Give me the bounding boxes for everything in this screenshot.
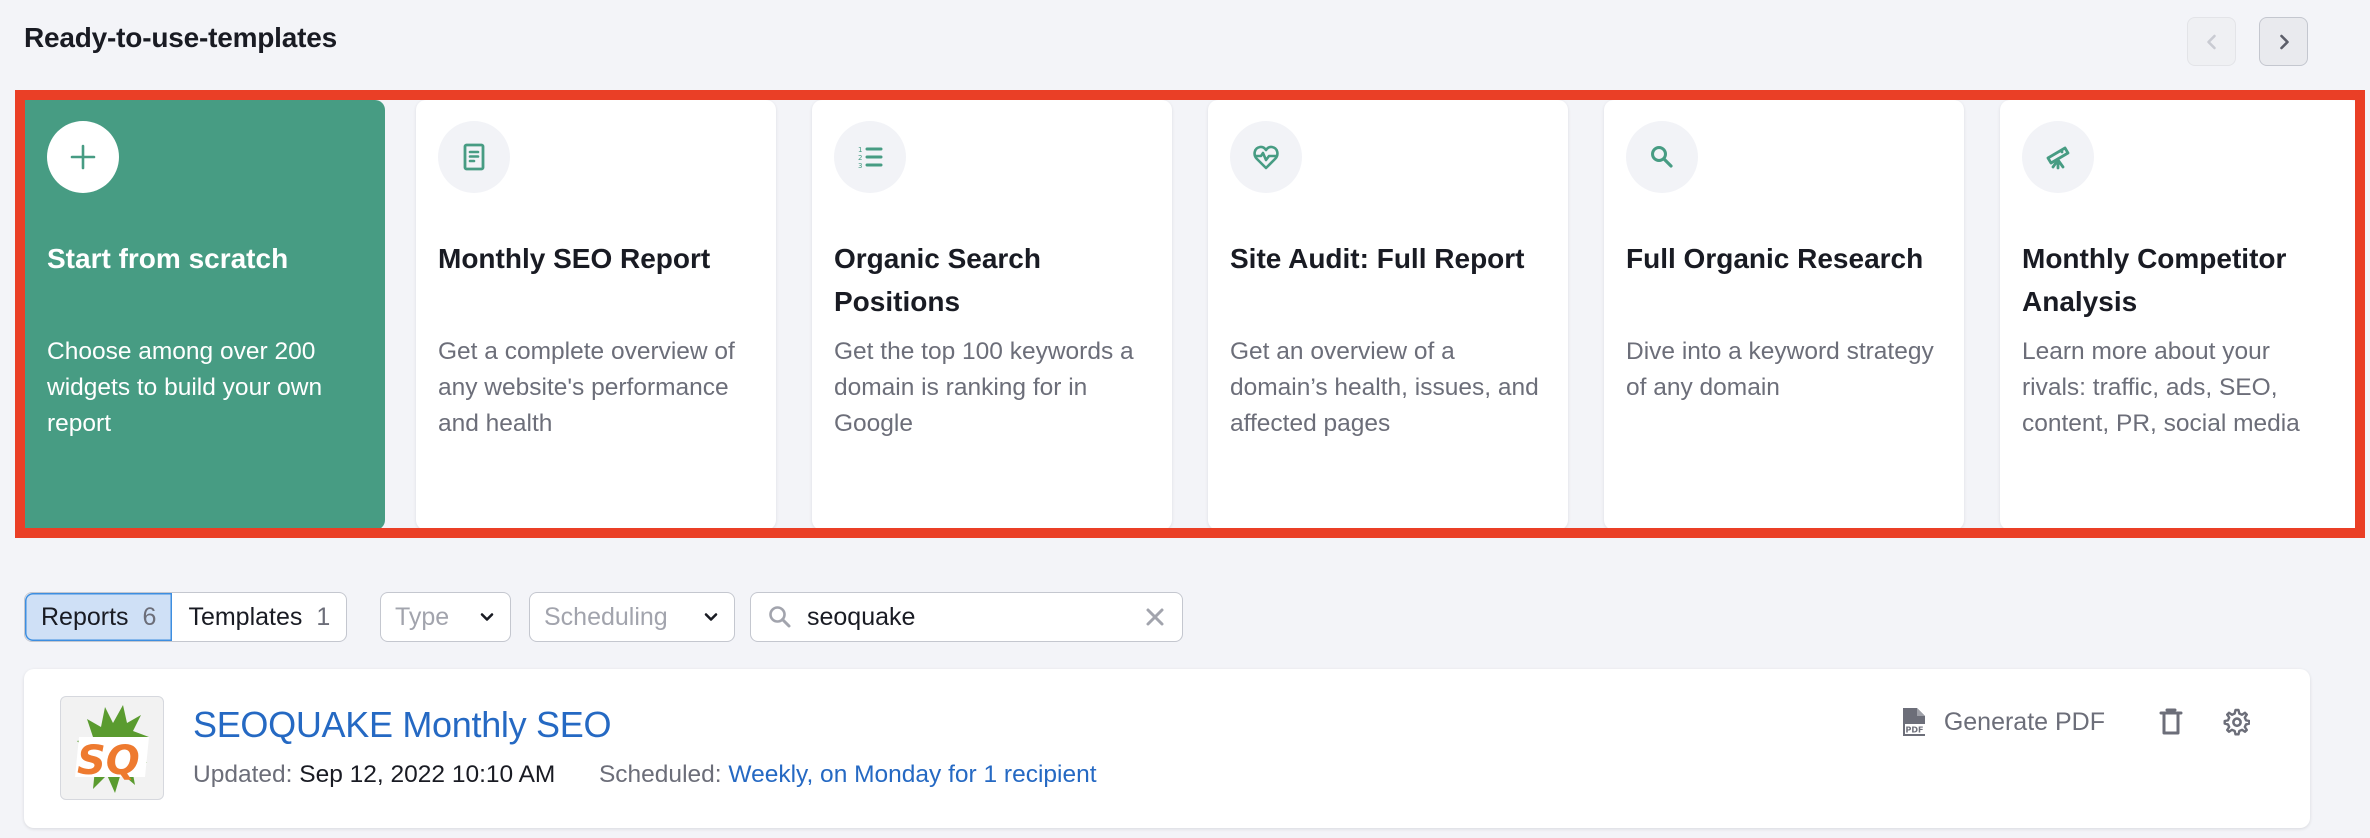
logo-text: SQ: [77, 738, 140, 784]
scheduling-dropdown[interactable]: Scheduling: [529, 592, 735, 642]
numbered-list-icon: 123: [858, 146, 883, 170]
plus-icon: [70, 144, 96, 170]
chevron-down-icon: [480, 613, 494, 621]
search-icon: [769, 606, 791, 628]
type-dropdown-placeholder: Type: [395, 602, 450, 631]
report-meta: Updated: Sep 12, 2022 10:10 AM Scheduled…: [193, 761, 1097, 789]
template-card-full-organic-research[interactable]: Full Organic Research Dive into a keywor…: [1604, 100, 1964, 528]
template-description: Dive into a keyword strategy of any doma…: [1626, 338, 1934, 401]
updated-label: Updated:: [193, 761, 293, 788]
template-card-start-from-scratch[interactable]: Start from scratch Choose among over 200…: [25, 100, 385, 528]
generate-pdf-label: Generate PDF: [1943, 707, 2105, 736]
template-title: Monthly Competitor Analysis: [2022, 243, 2287, 317]
template-card-monthly-seo-report[interactable]: Monthly SEO Report Get a complete overvi…: [416, 100, 776, 528]
icon-circle: [1230, 121, 1302, 193]
reports-templates-toggle: Reports 6 Templates 1: [24, 592, 348, 642]
trash-icon: [2159, 708, 2183, 735]
updated-value: Sep 12, 2022 10:10 AM: [299, 761, 556, 788]
search-input[interactable]: [807, 593, 1144, 641]
template-title: Monthly SEO Report: [438, 243, 711, 274]
schedule-link[interactable]: Weekly, on Monday for 1 recipient: [728, 761, 1096, 788]
tab-label: Reports: [41, 602, 129, 631]
icon-circle: [1626, 121, 1698, 193]
tab-count: 1: [316, 602, 331, 631]
svg-text:1: 1: [858, 146, 862, 154]
svg-text:2: 2: [858, 154, 862, 162]
svg-text:PDF: PDF: [1905, 726, 1923, 735]
template-title: Site Audit: Full Report: [1230, 243, 1525, 274]
heart-pulse-icon: [1253, 145, 1279, 170]
template-title: Full Organic Research: [1626, 243, 1924, 274]
magnifier-icon: [1651, 146, 1673, 168]
tab-templates[interactable]: Templates 1: [172, 593, 346, 641]
document-icon: [463, 143, 485, 171]
search-field: [750, 592, 1183, 642]
template-title: Organic Search Positions: [834, 243, 1041, 317]
template-card-organic-search-positions[interactable]: 123 Organic Search Positions Get the top…: [812, 100, 1172, 528]
icon-circle: [438, 121, 510, 193]
icon-circle: [47, 121, 119, 193]
report-title-link[interactable]: SEOQUAKE Monthly SEO: [193, 704, 611, 746]
carousel-next-button[interactable]: [2259, 17, 2308, 66]
tab-count: 6: [142, 602, 157, 631]
chevron-right-icon: [2279, 34, 2289, 49]
template-description: Get an overview of a domain’s health, is…: [1230, 338, 1539, 437]
icon-circle: 123: [834, 121, 906, 193]
delete-button[interactable]: [2157, 707, 2185, 737]
scheduling-dropdown-placeholder: Scheduling: [544, 602, 668, 631]
template-card-site-audit-full-report[interactable]: Site Audit: Full Report Get an overview …: [1208, 100, 1568, 528]
tab-label: Templates: [188, 602, 303, 631]
pdf-file-icon: PDF: [1902, 708, 1925, 736]
gear-icon: [2223, 708, 2250, 736]
scheduled-label: Scheduled:: [598, 761, 722, 788]
template-description: Get a complete overview of any website's…: [438, 338, 735, 437]
template-description: Learn more about your rivals: traffic, a…: [2022, 338, 2300, 437]
clear-search-icon[interactable]: [1144, 606, 1166, 628]
type-dropdown[interactable]: Type: [380, 592, 511, 642]
generate-pdf-button[interactable]: PDF Generate PDF: [1902, 707, 2105, 737]
carousel-prev-button[interactable]: [2187, 17, 2236, 66]
chevron-left-icon: [2206, 34, 2216, 49]
settings-button[interactable]: [2222, 707, 2250, 737]
templates-carousel: Start from scratch Choose among over 200…: [15, 90, 2365, 538]
report-row: SQ SEOQUAKE Monthly SEO Updated: Sep 12,…: [24, 669, 2310, 828]
telescope-icon: [2046, 146, 2070, 170]
report-logo: SQ: [60, 696, 164, 800]
template-description: Choose among over 200 widgets to build y…: [47, 338, 323, 437]
seoquake-logo-icon: SQ: [75, 705, 149, 793]
template-title: Start from scratch: [47, 243, 289, 274]
tab-reports[interactable]: Reports 6: [25, 593, 173, 641]
template-description: Get the top 100 keywords a domain is ran…: [834, 338, 1134, 437]
template-card-monthly-competitor-analysis[interactable]: Monthly Competitor Analysis Learn more a…: [2000, 100, 2355, 528]
section-title: Ready-to-use-templates: [24, 22, 338, 53]
icon-circle: [2022, 121, 2094, 193]
chevron-down-icon: [704, 613, 718, 621]
svg-text:3: 3: [858, 162, 862, 170]
report-actions: PDF Generate PDF: [1902, 707, 2250, 737]
